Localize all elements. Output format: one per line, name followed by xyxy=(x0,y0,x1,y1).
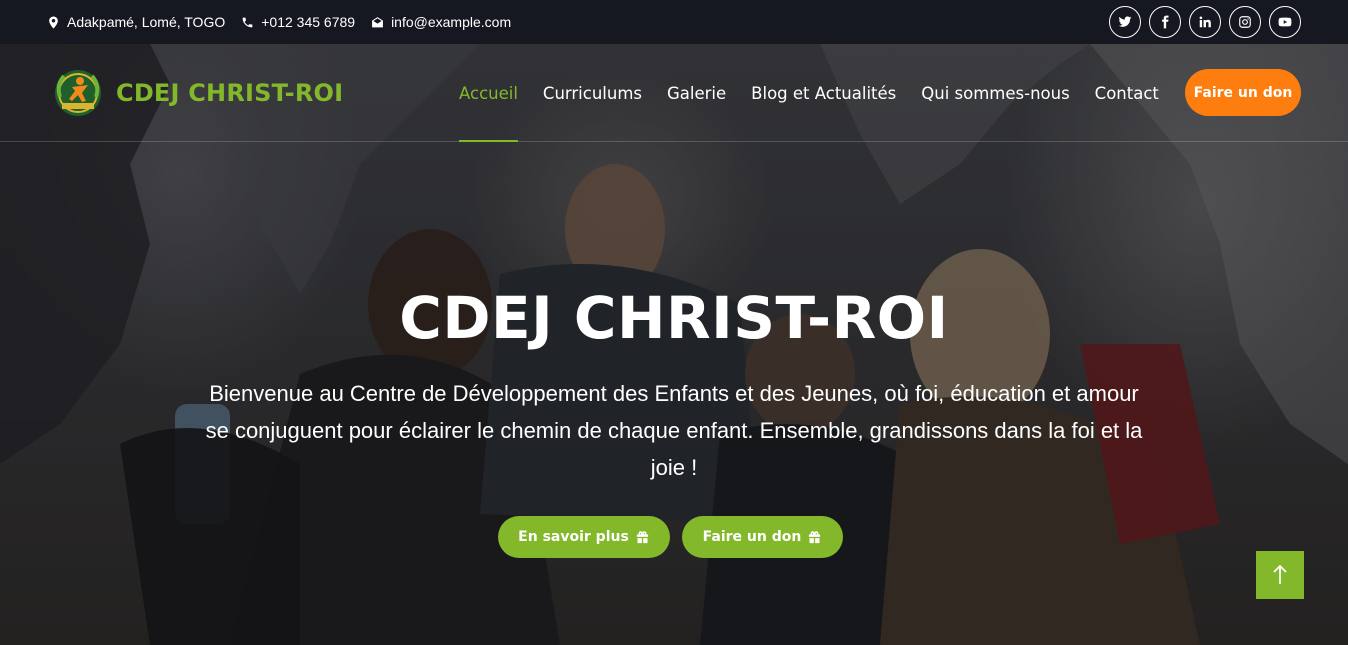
nav-menu: Accueil Curriculums Galerie Blog et Actu… xyxy=(459,44,1184,142)
hero-title: CDEJ CHRIST-ROI xyxy=(399,284,949,352)
hero-donate-button[interactable]: Faire un don xyxy=(682,516,843,558)
address-item: Adakpamé, Lomé, TOGO xyxy=(47,14,225,30)
hero-section: CDEJ CHRIST-ROI Accueil Curriculums Gale… xyxy=(0,44,1348,645)
nav-item-blog[interactable]: Blog et Actualités xyxy=(751,44,896,142)
arrow-up-icon xyxy=(1271,564,1289,586)
instagram-link[interactable] xyxy=(1229,6,1261,38)
email-item[interactable]: info@example.com xyxy=(371,14,511,30)
map-marker-icon xyxy=(47,16,60,29)
phone-icon xyxy=(241,16,254,29)
nav-item-accueil[interactable]: Accueil xyxy=(459,44,518,142)
hero-description: Bienvenue au Centre de Développement des… xyxy=(205,381,1143,480)
nav-item-contact[interactable]: Contact xyxy=(1095,44,1159,142)
phone-text: +012 345 6789 xyxy=(261,14,356,30)
facebook-icon xyxy=(1158,15,1172,29)
brand-name: CDEJ CHRIST-ROI xyxy=(116,79,344,107)
learn-more-label: En savoir plus xyxy=(518,529,629,545)
donate-nav-button[interactable]: Faire un don xyxy=(1185,69,1301,116)
cdej-logo-icon xyxy=(55,70,101,116)
main-navbar: CDEJ CHRIST-ROI Accueil Curriculums Gale… xyxy=(0,44,1348,142)
brand[interactable]: CDEJ CHRIST-ROI xyxy=(52,67,343,119)
linkedin-link[interactable] xyxy=(1189,6,1221,38)
email-text: info@example.com xyxy=(391,14,512,30)
linkedin-icon xyxy=(1198,15,1212,29)
envelope-open-icon xyxy=(371,16,384,29)
instagram-icon xyxy=(1238,15,1252,29)
youtube-icon xyxy=(1278,15,1292,29)
youtube-link[interactable] xyxy=(1269,6,1301,38)
gift-icon xyxy=(807,530,822,545)
nav-item-curriculums[interactable]: Curriculums xyxy=(543,44,642,142)
nav-item-qui-sommes-nous[interactable]: Qui sommes-nous xyxy=(921,44,1069,142)
hero-actions: En savoir plus Faire un don xyxy=(498,516,843,558)
nav-item-galerie[interactable]: Galerie xyxy=(667,44,726,142)
learn-more-button[interactable]: En savoir plus xyxy=(498,516,670,558)
phone-item[interactable]: +012 345 6789 xyxy=(241,14,355,30)
contact-info: Adakpamé, Lomé, TOGO +012 345 6789 info@… xyxy=(47,14,511,30)
top-bar: Adakpamé, Lomé, TOGO +012 345 6789 info@… xyxy=(0,0,1348,44)
back-to-top-button[interactable] xyxy=(1256,551,1304,599)
hero-donate-label: Faire un don xyxy=(702,529,802,545)
twitter-link[interactable] xyxy=(1109,6,1141,38)
facebook-link[interactable] xyxy=(1149,6,1181,38)
gift-icon xyxy=(635,530,650,545)
social-links xyxy=(1109,6,1301,38)
address-text: Adakpamé, Lomé, TOGO xyxy=(67,14,226,30)
twitter-icon xyxy=(1118,15,1132,29)
